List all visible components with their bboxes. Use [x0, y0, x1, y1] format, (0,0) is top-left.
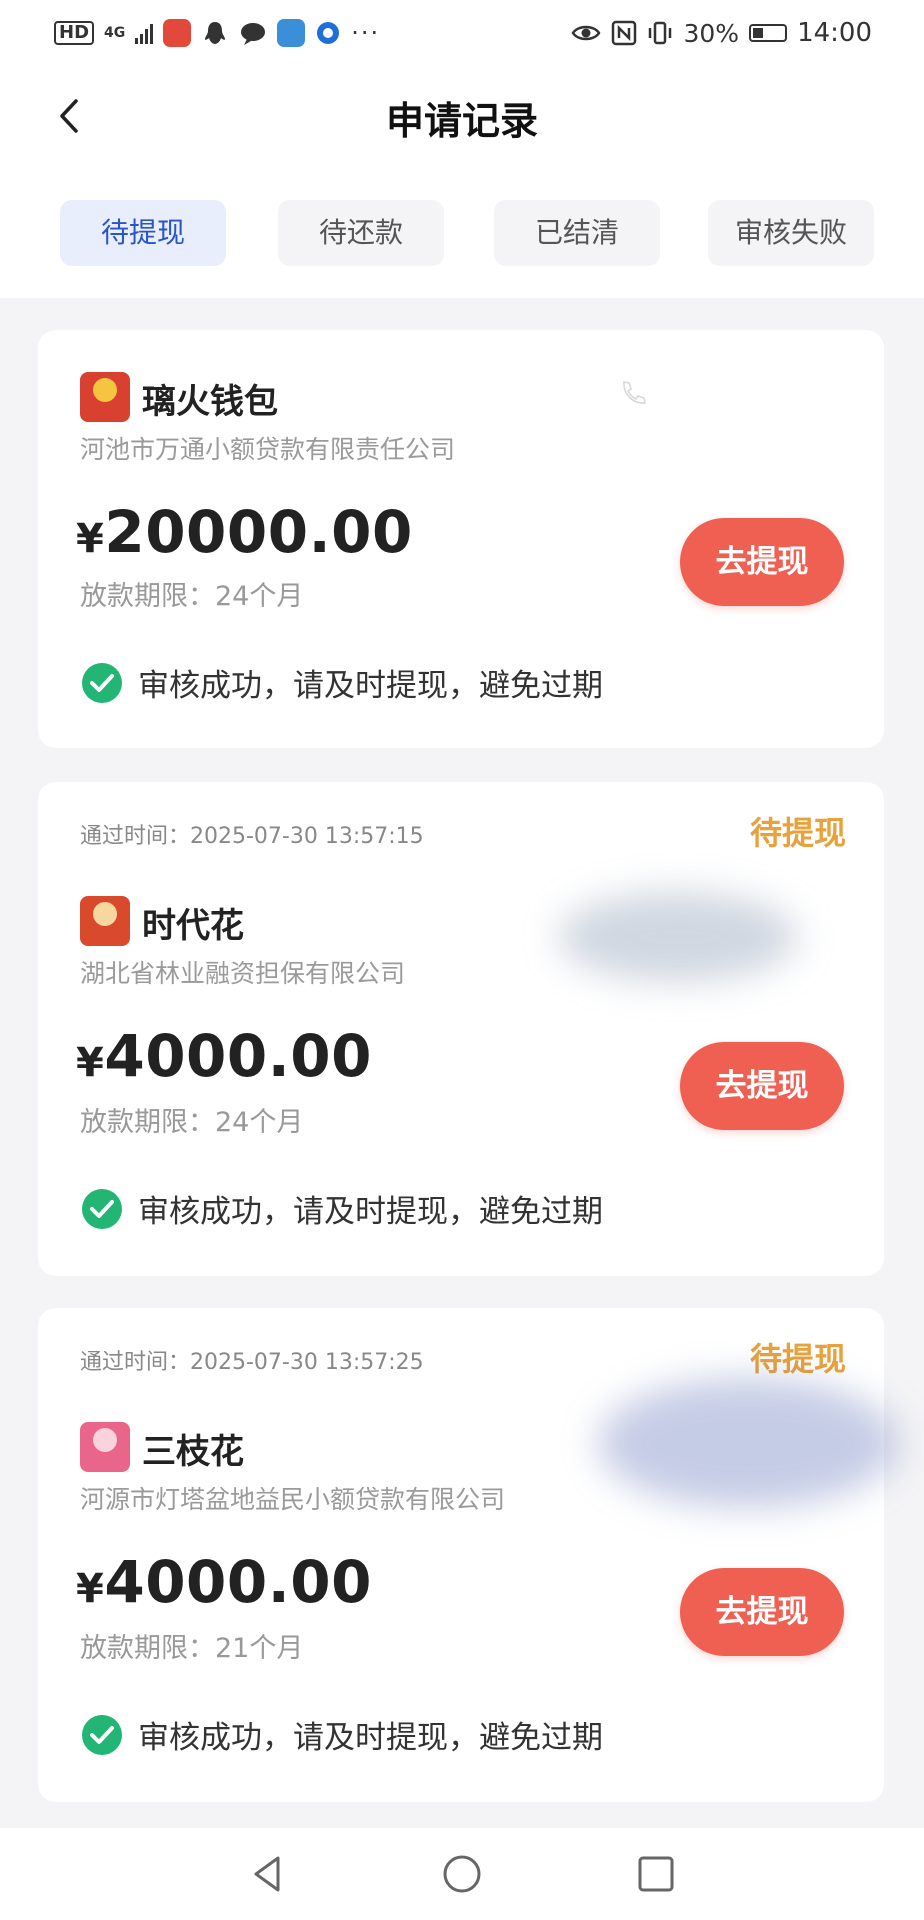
app-notification-icon — [277, 19, 306, 47]
penguin-icon — [205, 22, 226, 44]
phone-icon — [623, 381, 646, 404]
currency-symbol: ¥ — [76, 516, 105, 562]
amount-value: 4000.00 — [104, 1022, 373, 1090]
nfc-icon — [612, 20, 637, 46]
network-type: 4G — [104, 25, 126, 41]
blur-smudge — [558, 892, 798, 982]
loan-card: 通过时间：2025-07-30 13:57:25 待提现 三枝花 河源市灯塔盆地… — [38, 1308, 898, 1802]
withdraw-button[interactable]: 去提现 — [680, 1042, 844, 1130]
loan-card: 通过时间：2025-07-30 13:57:15 待提现 时代花 湖北省林业融资… — [38, 782, 884, 1276]
company-name: 湖北省林业融资担保有限公司 — [80, 959, 406, 988]
check-circle-icon — [82, 1714, 122, 1755]
vibrate-icon — [649, 21, 672, 45]
battery-icon — [749, 24, 788, 42]
tab-pending-repayment[interactable]: 待还款 — [278, 200, 444, 266]
app-notification-icon — [163, 19, 192, 47]
status-message: 审核成功，请及时提现，避免过期 — [138, 1720, 603, 1756]
tab-pending-withdrawal[interactable]: 待提现 — [60, 200, 226, 266]
app-logo — [80, 1422, 130, 1472]
app-header: 申请记录 — [0, 66, 924, 168]
nav-recents-icon[interactable] — [634, 1852, 678, 1896]
status-message: 审核成功，请及时提现，避免过期 — [138, 668, 603, 704]
status-bar-left: HD 4G ··· — [54, 19, 380, 47]
loan-card: 璃火钱包 河池市万通小额贷款有限责任公司 ¥20000.00 放款期限：24个月… — [38, 330, 884, 748]
loan-term: 放款期限：24个月 — [80, 1107, 304, 1138]
check-circle-icon — [82, 662, 122, 703]
clock: 14:00 — [797, 18, 872, 48]
withdraw-button[interactable]: 去提现 — [680, 1568, 844, 1656]
status-bar-right: 30% 14:00 — [571, 18, 872, 48]
loan-term: 放款期限：24个月 — [80, 581, 304, 612]
status-row: 审核成功，请及时提现，避免过期 — [80, 660, 603, 705]
status-tag: 待提现 — [749, 1340, 846, 1378]
screen: HD 4G ··· 30% 14:00 申请记录 待提现 待还款 已结清 审核失… — [0, 0, 924, 1920]
company-name: 河池市万通小额贷款有限责任公司 — [80, 435, 456, 464]
hd-indicator: HD — [54, 21, 95, 45]
currency-symbol: ¥ — [76, 1040, 105, 1086]
company-name: 河源市灯塔盆地益民小额贷款有限公司 — [80, 1485, 506, 1514]
loan-term: 放款期限：21个月 — [80, 1633, 304, 1664]
status-row: 审核成功，请及时提现，避免过期 — [80, 1186, 603, 1231]
browser-icon — [317, 22, 340, 44]
loan-amount: ¥20000.00 — [76, 498, 413, 566]
status-message: 审核成功，请及时提现，避免过期 — [138, 1194, 603, 1230]
status-row: 审核成功，请及时提现，避免过期 — [80, 1712, 603, 1757]
withdraw-button[interactable]: 去提现 — [680, 518, 844, 606]
status-tag: 待提现 — [749, 814, 846, 852]
currency-symbol: ¥ — [76, 1566, 105, 1612]
system-nav-bar — [0, 1828, 924, 1920]
approval-time: 通过时间：2025-07-30 13:57:15 — [80, 824, 424, 849]
battery-percentage: 30% — [683, 18, 740, 48]
app-name: 璃火钱包 — [142, 382, 278, 422]
loan-amount: ¥4000.00 — [76, 1022, 372, 1090]
status-bar: HD 4G ··· 30% 14:00 — [0, 0, 924, 66]
page-title: 申请记录 — [385, 99, 538, 143]
tab-review-failed[interactable]: 审核失败 — [708, 200, 874, 266]
nav-home-icon[interactable] — [440, 1852, 484, 1896]
amount-value: 4000.00 — [104, 1548, 373, 1616]
tab-settled[interactable]: 已结清 — [494, 200, 660, 266]
loan-amount: ¥4000.00 — [76, 1548, 372, 1616]
blur-smudge — [598, 1378, 898, 1508]
tab-bar: 待提现 待还款 已结清 审核失败 — [0, 168, 924, 298]
nav-back-icon[interactable] — [246, 1852, 290, 1896]
app-name: 三枝花 — [142, 1432, 244, 1472]
amount-value: 20000.00 — [104, 498, 413, 566]
app-logo — [80, 372, 130, 422]
signal-icon — [135, 22, 154, 44]
app-logo — [80, 896, 130, 946]
chat-bubble-icon — [241, 23, 266, 45]
app-name: 时代花 — [142, 906, 244, 946]
more-notifications: ··· — [351, 19, 381, 47]
check-circle-icon — [82, 1188, 122, 1229]
eye-icon — [572, 25, 601, 41]
approval-time: 通过时间：2025-07-30 13:57:25 — [80, 1350, 424, 1375]
